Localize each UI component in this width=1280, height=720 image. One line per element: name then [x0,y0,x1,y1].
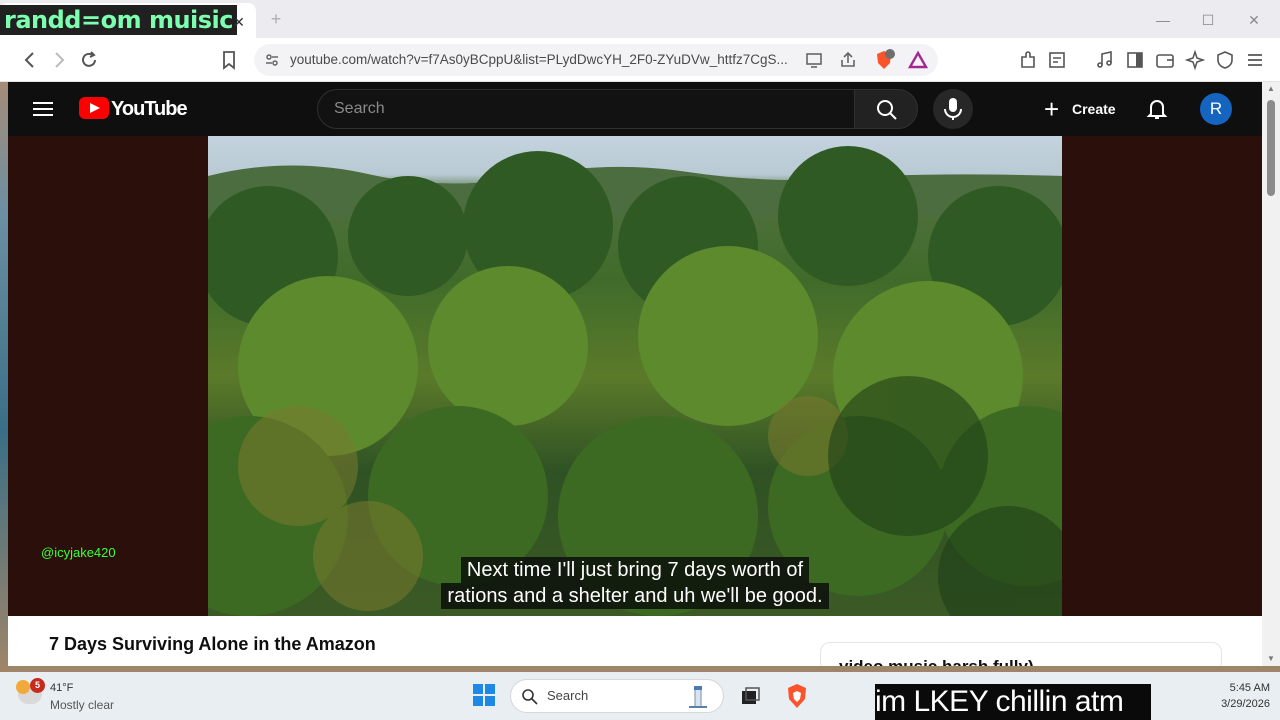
desktop: randd=om muisic ✕ + — ☐ ✕ youtube.com/wa… [0,0,1280,720]
active-tab[interactable]: randd=om muisic ✕ [0,3,256,38]
youtube-header: YouTube + Create R [8,82,1262,136]
new-tab-button[interactable]: + [266,9,286,29]
account-avatar[interactable]: R [1200,93,1232,125]
notifications-bell-icon[interactable] [1142,94,1172,124]
search-input[interactable] [334,90,834,128]
taskbar-search-label: Search [547,688,589,703]
wallet-icon[interactable] [1153,48,1177,72]
windows-start-icon[interactable] [473,684,495,706]
caption-line-2: rations and a shelter and uh we'll be go… [441,583,829,609]
bookmark-icon[interactable] [217,48,241,72]
video-details: 7 Days Surviving Alone in the Amazon vid… [8,616,1262,666]
voice-search-button[interactable] [933,89,973,129]
leo-ai-icon[interactable] [1183,48,1207,72]
back-icon[interactable] [18,48,42,72]
hamburger-menu-icon[interactable] [30,96,56,122]
search-icon [877,100,897,120]
sidebar-icon[interactable] [1123,48,1147,72]
caption-box: Next time I'll just bring 7 days worth o… [428,557,842,609]
menu-icon[interactable] [1243,48,1267,72]
reload-icon[interactable] [77,48,101,72]
weather-temperature: 41°F [50,682,74,694]
weather-description: Mostly clear [50,698,115,712]
youtube-play-icon [79,97,109,119]
clock-time: 5:45 AM [1229,682,1270,694]
microphone-icon [944,98,962,120]
streamer-watermark: @icyjake420 [41,545,116,560]
weather-badge: 5 [30,678,45,693]
page-scrollbar[interactable]: ▲ ▼ [1262,82,1280,666]
youtube-page: YouTube + Create R [8,82,1262,666]
brave-rewards-icon[interactable] [906,48,930,72]
reader-icon[interactable] [1045,48,1069,72]
create-label: Create [1072,101,1116,117]
site-settings-icon[interactable] [260,48,284,72]
jungle-canopy-image [208,146,1062,616]
forward-icon[interactable] [47,48,71,72]
browser-toolbar: youtube.com/watch?v=f7As0yBCppU&list=PLy… [0,38,1280,82]
create-button[interactable]: + Create [1036,90,1128,128]
brave-shields-icon[interactable] [872,48,896,72]
scroll-up-arrow-icon[interactable]: ▲ [1266,84,1276,94]
side-panel-card[interactable]: video music harsh fully) [820,642,1222,666]
search-box[interactable] [317,89,855,129]
plus-icon: + [1044,94,1060,124]
share-icon[interactable] [836,48,860,72]
youtube-logo-text: YouTube [111,98,188,120]
extensions-icon[interactable] [1016,48,1040,72]
url-text[interactable]: youtube.com/watch?v=f7As0yBCppU&list=PLy… [290,44,800,76]
weather-widget[interactable]: 5 41°F Mostly clear [14,678,174,716]
task-view-icon[interactable] [736,682,764,710]
search-icon [522,689,538,705]
stream-overlay-text: im LKEY chillin atm [875,684,1151,720]
tab-title: randd=om muisic [0,5,237,35]
video-title: 7 Days Surviving Alone in the Amazon [49,634,376,654]
cast-icon[interactable] [802,48,826,72]
clock-date: 3/29/2026 [1221,698,1270,710]
video-player-area: Next time I'll just bring 7 days worth o… [8,136,1262,616]
media-icon[interactable] [1093,48,1117,72]
caption-line-1: Next time I'll just bring 7 days worth o… [460,557,810,583]
side-card-text: video music harsh fully) [839,657,1034,666]
maximize-button[interactable]: ☐ [1198,10,1218,30]
tab-close-button[interactable]: ✕ [229,12,249,32]
search-button[interactable] [854,89,918,129]
tab-strip: randd=om muisic ✕ + — ☐ ✕ [0,0,1280,38]
minimize-button[interactable]: — [1153,10,1173,30]
scroll-down-arrow-icon[interactable]: ▼ [1266,654,1276,664]
address-bar[interactable]: youtube.com/watch?v=f7As0yBCppU&list=PLy… [254,44,938,76]
video-player[interactable]: Next time I'll just bring 7 days worth o… [208,136,1062,616]
close-window-button[interactable]: ✕ [1244,10,1264,30]
lighthouse-search-highlight-icon [689,686,707,708]
brave-browser-taskbar-icon[interactable] [783,682,811,710]
vpn-icon[interactable] [1213,48,1237,72]
scrollbar-thumb[interactable] [1267,100,1275,196]
taskbar-search[interactable]: Search [510,679,724,713]
system-clock[interactable]: 5:45 AM 3/29/2026 [1196,680,1270,712]
